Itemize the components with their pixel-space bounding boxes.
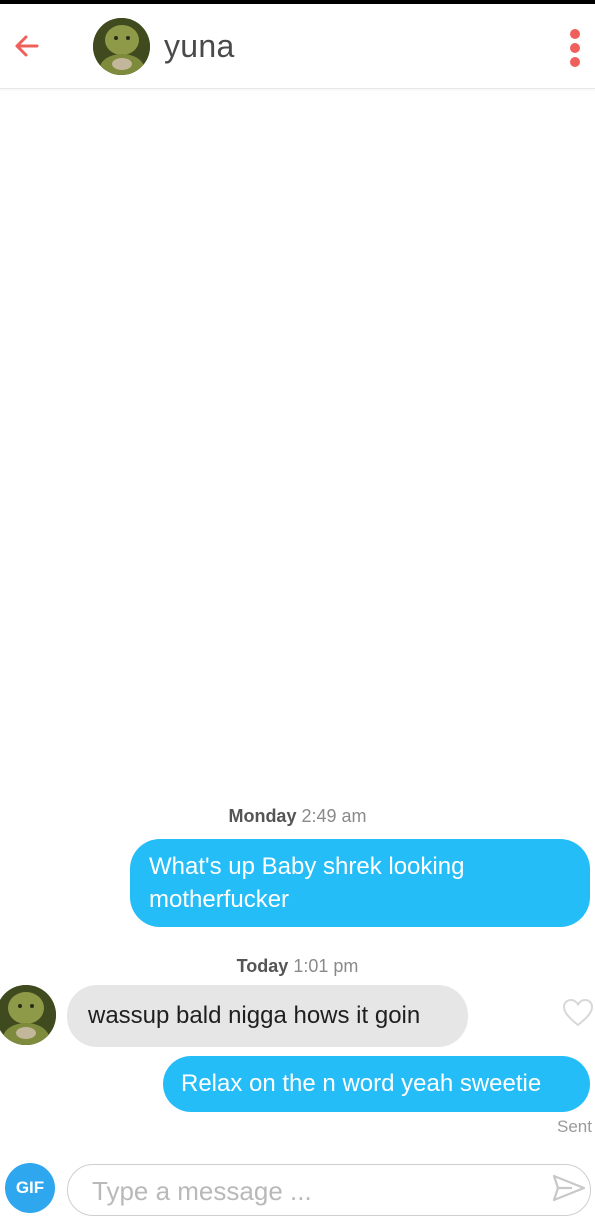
timestamp: Monday 2:49 am [228, 806, 367, 826]
message-input[interactable] [90, 1173, 534, 1209]
like-button[interactable] [562, 998, 594, 1028]
dot-icon [570, 43, 580, 53]
message-text: Relax on the n word yeah sweetie [181, 1070, 542, 1097]
message-text: What's up Baby shrek looking motherfucke… [149, 853, 465, 913]
delivery-status: Sent [557, 1117, 592, 1136]
message-bubble-outgoing[interactable]: Relax on the n word yeah sweetie [163, 1056, 590, 1112]
message-bubble-incoming[interactable]: wassup bald nigga hows it goin [67, 985, 468, 1047]
gif-button[interactable]: GIF [5, 1163, 55, 1213]
send-icon [552, 1174, 586, 1202]
dot-icon [570, 29, 580, 39]
message-text: wassup bald nigga hows it goin [88, 1002, 421, 1029]
contact-name[interactable]: yuna [164, 28, 235, 65]
send-button[interactable] [552, 1173, 586, 1203]
composer: GIF [0, 1148, 595, 1216]
message-input-container [67, 1164, 591, 1216]
avatar[interactable] [0, 985, 56, 1045]
chat-header: yuna [0, 4, 595, 89]
message-bubble-outgoing[interactable]: What's up Baby shrek looking motherfucke… [130, 839, 590, 927]
timestamp: Today 1:01 pm [236, 956, 359, 976]
dot-icon [570, 57, 580, 67]
arrow-left-icon [15, 35, 39, 57]
heart-icon [562, 998, 594, 1027]
more-options-button[interactable] [560, 26, 590, 70]
back-button[interactable] [6, 26, 46, 66]
avatar[interactable] [93, 18, 150, 75]
